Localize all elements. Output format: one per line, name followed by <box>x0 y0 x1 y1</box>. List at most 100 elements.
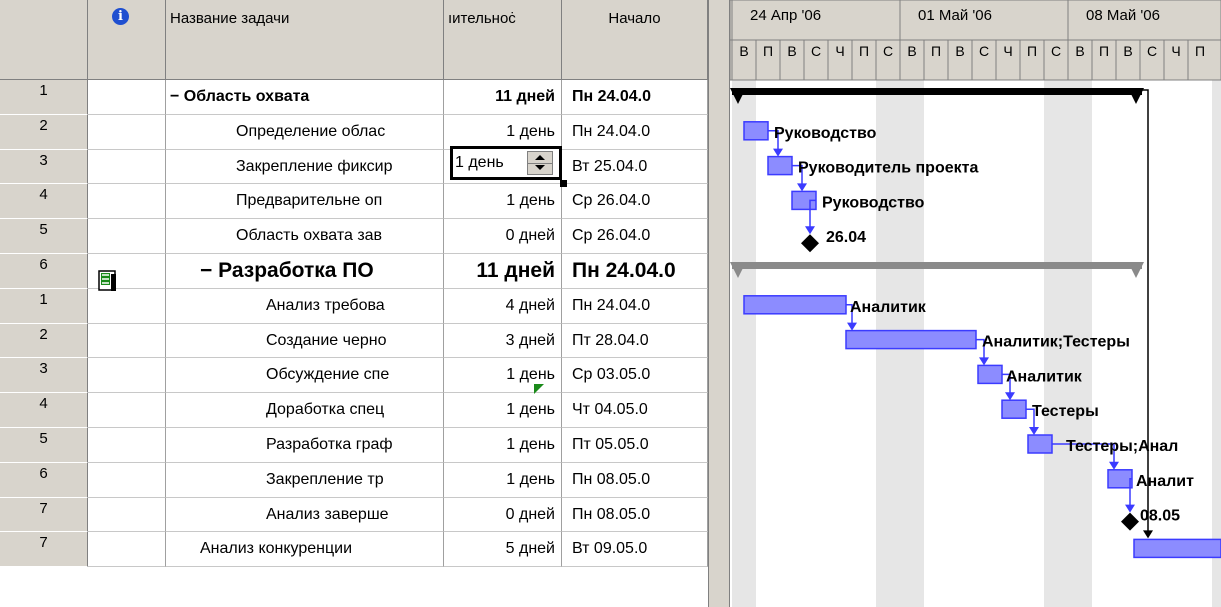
row-id[interactable]: 2 <box>0 114 88 150</box>
task-duration[interactable]: 0 дней <box>444 497 562 533</box>
task-start[interactable]: Пн 24.04.0 <box>562 80 708 115</box>
milestone-diamond[interactable] <box>1121 512 1139 531</box>
task-name[interactable]: Предварительне оп <box>166 184 444 220</box>
task-duration[interactable]: 3 дней <box>444 323 562 359</box>
task-start[interactable]: Ср 26.04.0 <box>562 219 708 254</box>
task-duration[interactable]: 11 дней <box>444 80 562 115</box>
task-start[interactable]: Пн 24.04.0 <box>562 114 708 150</box>
summary-bar-scope[interactable] <box>732 88 1142 95</box>
row-id[interactable]: 6 <box>0 254 88 289</box>
task-duration[interactable]: 1 день <box>444 393 562 428</box>
header-id-cell[interactable] <box>0 0 88 80</box>
task-duration[interactable]: 11 дней <box>444 254 562 289</box>
table-row[interactable]: 3 Обсуждение спе 1 день Ср 03.05.0 <box>0 358 708 394</box>
table-row[interactable]: 7 Анализ заверше 0 дней Пн 08.05.0 <box>0 497 708 533</box>
row-id[interactable]: 3 <box>0 149 88 185</box>
table-row[interactable]: 3Закрепление фиксир1 деньВт 25.04.0 <box>0 149 708 185</box>
duration-input[interactable] <box>455 151 525 175</box>
summary-bar-software[interactable] <box>732 262 1142 269</box>
task-start[interactable]: Пт 05.05.0 <box>562 428 708 463</box>
task-start[interactable]: Пн 24.04.0 <box>562 288 708 324</box>
milestone-diamond[interactable] <box>801 234 819 253</box>
table-row[interactable]: 1 Анализ требова 4 дней Пн 24.04.0 <box>0 288 708 324</box>
task-name[interactable]: − Область охвата <box>166 80 444 115</box>
table-row[interactable]: 4 Доработка спец 1 день Чт 04.05.0 <box>0 393 708 428</box>
task-name[interactable]: Обсуждение спе <box>166 358 444 394</box>
task-duration[interactable]: 1 день <box>444 184 562 220</box>
task-start[interactable]: Ср 03.05.0 <box>562 358 708 394</box>
row-id[interactable]: 1 <box>0 80 88 115</box>
table-row[interactable]: 2 Создание черно 3 дней Пт 28.04.0 <box>0 323 708 359</box>
row-id[interactable]: 6 <box>0 462 88 498</box>
task-bar[interactable] <box>743 121 769 141</box>
task-duration[interactable]: 1 день <box>444 358 562 394</box>
task-name[interactable]: Определение облас <box>166 114 444 150</box>
row-indicators <box>88 288 166 324</box>
table-row[interactable]: 7 Анализ конкуренции 5 дней Вт 09.05.0 <box>0 532 708 568</box>
spin-down-icon[interactable] <box>535 165 545 170</box>
task-bar[interactable] <box>1133 538 1221 559</box>
header-duration[interactable]: ıительноċ <box>444 0 562 80</box>
task-name[interactable]: Область охвата зав <box>166 219 444 254</box>
table-row[interactable]: 4 Предварительне оп 1 день Ср 26.04.0 <box>0 184 708 220</box>
task-start[interactable]: Пн 24.04.0 <box>562 254 708 289</box>
task-name[interactable]: Доработка спец <box>166 393 444 428</box>
week-label: 24 Апр '06 <box>750 7 821 24</box>
dependency-arrow <box>805 226 815 235</box>
task-bar[interactable] <box>1107 469 1133 489</box>
task-start[interactable]: Ср 26.04.0 <box>562 184 708 220</box>
spin-up-icon[interactable] <box>535 155 545 160</box>
task-name[interactable]: − Разработка ПО <box>166 254 444 289</box>
task-name[interactable]: Создание черно <box>166 323 444 359</box>
note-icon[interactable] <box>98 270 118 292</box>
task-start[interactable]: Пт 28.04.0 <box>562 323 708 359</box>
task-duration[interactable]: 1 день <box>444 114 562 150</box>
row-id[interactable]: 2 <box>0 323 88 359</box>
table-row[interactable]: 5 Область охвата зав 0 дней Ср 26.04.0 <box>0 219 708 254</box>
row-id[interactable]: 7 <box>0 497 88 533</box>
task-start[interactable]: Пн 08.05.0 <box>562 497 708 533</box>
summary-bar-scope-end-cap <box>1128 88 1144 104</box>
task-duration[interactable]: 1 день <box>444 462 562 498</box>
task-name[interactable]: Закрепление тр <box>166 462 444 498</box>
task-bar[interactable] <box>767 155 793 176</box>
task-bar[interactable] <box>1027 434 1053 454</box>
row-id[interactable]: 5 <box>0 219 88 254</box>
day-label: В <box>787 43 796 59</box>
task-start[interactable]: Вт 25.04.0 <box>562 149 708 185</box>
summary-link-arrow <box>1143 530 1153 539</box>
task-bar[interactable] <box>1001 399 1027 419</box>
task-start[interactable]: Чт 04.05.0 <box>562 393 708 428</box>
task-duration[interactable]: 5 дней <box>444 532 562 568</box>
row-id[interactable]: 4 <box>0 184 88 220</box>
task-bar[interactable] <box>743 295 847 315</box>
row-indicators <box>88 184 166 220</box>
table-row[interactable]: 2 Определение облас 1 день Пн 24.04.0 <box>0 114 708 150</box>
task-start[interactable]: Пн 08.05.0 <box>562 462 708 498</box>
task-name[interactable]: Анализ заверше <box>166 497 444 533</box>
task-duration[interactable]: 1 день <box>444 428 562 463</box>
duration-spinner[interactable] <box>527 151 553 175</box>
task-duration[interactable]: 4 дней <box>444 288 562 324</box>
task-name[interactable]: Анализ конкуренции <box>166 532 444 568</box>
row-id[interactable]: 7 <box>0 532 88 568</box>
table-row[interactable]: 1 − Область охвата 11 дней Пн 24.04.0 <box>0 80 708 115</box>
row-id[interactable]: 3 <box>0 358 88 394</box>
header-start[interactable]: Начало <box>562 0 708 80</box>
row-id[interactable]: 1 <box>0 288 88 324</box>
row-id[interactable]: 5 <box>0 428 88 463</box>
task-name[interactable]: Закрепление фиксир <box>166 149 444 185</box>
header-task-name[interactable]: Название задачи <box>166 0 444 80</box>
task-name[interactable]: Анализ требова <box>166 288 444 324</box>
task-name[interactable]: Разработка граф <box>166 428 444 463</box>
table-row[interactable]: 5 Разработка граф 1 день Пт 05.05.0 <box>0 428 708 463</box>
task-bar[interactable] <box>977 364 1003 385</box>
split-divider[interactable] <box>708 0 730 607</box>
duration-editor[interactable] <box>450 146 562 180</box>
row-id[interactable]: 4 <box>0 393 88 428</box>
fill-handle[interactable] <box>560 180 567 187</box>
task-start[interactable]: Вт 09.05.0 <box>562 532 708 568</box>
task-bar[interactable] <box>845 329 977 350</box>
task-duration[interactable]: 0 дней <box>444 219 562 254</box>
table-row[interactable]: 6 Закрепление тр 1 день Пн 08.05.0 <box>0 462 708 498</box>
